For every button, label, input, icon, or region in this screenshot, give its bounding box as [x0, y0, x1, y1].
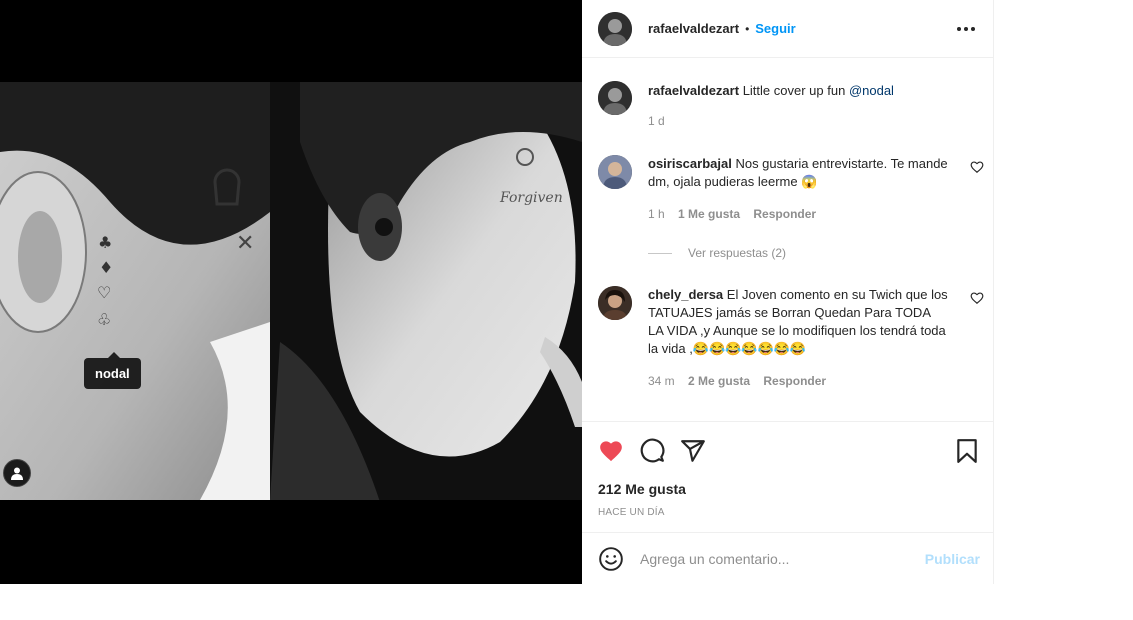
post-header: rafaelvaldezart • Seguir — [582, 0, 994, 58]
caption-username[interactable]: rafaelvaldezart — [648, 83, 739, 98]
post-caption: rafaelvaldezart Little cover up fun @nod… — [598, 81, 968, 130]
commenter-avatar[interactable] — [598, 286, 632, 320]
more-icon[interactable] — [954, 17, 978, 41]
post-panel: rafaelvaldezart • Seguir rafaelvaldezart… — [582, 0, 994, 584]
comment-item: osiriscarbajal Nos gustaria entrevistart… — [598, 155, 994, 223]
caption-avatar[interactable] — [598, 81, 632, 115]
comment-input[interactable] — [640, 551, 925, 567]
post-media[interactable]: ✕ ♣ ♦ ♡ ♧ Forgiven nodal — [0, 0, 582, 584]
svg-text:Forgiven: Forgiven — [499, 190, 563, 206]
comments-list[interactable]: rafaelvaldezart Little cover up fun @nod… — [582, 59, 994, 421]
post-actions: 212 Me gusta HACE UN DÍA — [582, 421, 994, 533]
svg-text:✕: ✕ — [236, 231, 254, 256]
comment-like-icon[interactable] — [970, 291, 984, 305]
user-tag-icon[interactable] — [3, 459, 31, 487]
comment-composer: Publicar — [582, 534, 994, 584]
share-icon[interactable] — [680, 438, 706, 464]
comment-icon[interactable] — [639, 438, 665, 464]
view-replies-label: Ver respuestas (2) — [688, 246, 787, 260]
caption-mention[interactable]: @nodal — [849, 83, 894, 98]
author-avatar[interactable] — [598, 11, 632, 46]
caption-time[interactable]: 1 d — [648, 114, 665, 128]
replies-divider — [648, 252, 672, 254]
emoji-icon[interactable] — [598, 546, 624, 572]
publish-button[interactable]: Publicar — [925, 551, 980, 567]
post-photo: ✕ ♣ ♦ ♡ ♧ Forgiven — [0, 82, 582, 500]
heart-icon[interactable] — [598, 438, 624, 464]
svg-text:♧: ♧ — [97, 310, 111, 329]
caption-text: Little cover up fun — [742, 83, 846, 98]
view-replies-button[interactable]: Ver respuestas (2) — [648, 246, 786, 260]
svg-text:♣: ♣ — [98, 233, 112, 252]
comment-like-icon[interactable] — [970, 160, 984, 174]
svg-text:♦: ♦ — [99, 258, 113, 277]
comment-likes[interactable]: 1 Me gusta — [678, 207, 740, 221]
post-timestamp: HACE UN DÍA — [598, 507, 665, 518]
user-tag-label[interactable]: nodal — [84, 352, 141, 389]
author-username[interactable]: rafaelvaldezart — [648, 21, 739, 36]
likes-count[interactable]: 212 Me gusta — [598, 481, 686, 497]
svg-text:♡: ♡ — [97, 283, 111, 302]
comment-username[interactable]: chely_dersa — [648, 287, 723, 302]
separator-dot: • — [745, 21, 750, 36]
reply-button[interactable]: Responder — [753, 207, 816, 221]
follow-button[interactable]: Seguir — [755, 21, 795, 36]
comment-time[interactable]: 34 m — [648, 374, 675, 388]
comment-item: chely_dersa El Joven comento en su Twich… — [598, 286, 994, 390]
comment-time[interactable]: 1 h — [648, 207, 665, 221]
comment-likes[interactable]: 2 Me gusta — [688, 374, 750, 388]
reply-button[interactable]: Responder — [763, 374, 826, 388]
comment-username[interactable]: osiriscarbajal — [648, 156, 732, 171]
bookmark-icon[interactable] — [954, 438, 980, 464]
commenter-avatar[interactable] — [598, 155, 632, 189]
